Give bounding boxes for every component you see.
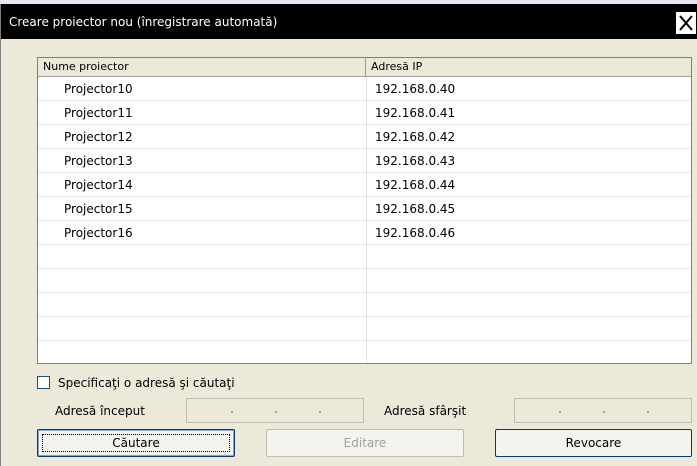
column-header-ip[interactable]: Adresă IP: [366, 58, 691, 76]
close-icon: [679, 15, 693, 31]
projector-ip-cell: 192.168.0.40: [375, 82, 456, 96]
table-row[interactable]: Projector16 192.168.0.46: [38, 221, 691, 245]
specify-address-checkbox[interactable]: [37, 376, 50, 389]
projector-name-cell: Projector15: [64, 202, 133, 216]
specify-address-label: Specificaţi o adresă şi căutaţi: [58, 376, 235, 390]
projector-ip-cell: 192.168.0.45: [375, 202, 456, 216]
table-row[interactable]: Projector10 192.168.0.40: [38, 77, 691, 101]
cancel-button[interactable]: Revocare: [495, 429, 692, 457]
table-row: [38, 269, 691, 293]
title-bar: Creare proiector nou (înregistrare autom…: [1, 4, 697, 39]
table-row: [38, 317, 691, 341]
dialog-window: Creare proiector nou (înregistrare autom…: [0, 4, 697, 466]
projector-name-cell: Projector14: [64, 178, 133, 192]
start-address-field: [186, 398, 364, 423]
table-row: [38, 245, 691, 269]
projector-list[interactable]: Nume proiector Adresă IP Projector10 192.…: [37, 57, 692, 364]
list-header: Nume proiector Adresă IP: [38, 58, 691, 77]
start-address-label: Adresă început: [55, 404, 145, 418]
edit-button-label: Editare: [343, 436, 387, 450]
table-row[interactable]: Projector13 192.168.0.43: [38, 149, 691, 173]
projector-name-cell: Projector16: [64, 226, 133, 240]
window-title: Creare proiector nou (înregistrare autom…: [9, 15, 278, 29]
projector-name-cell: Projector13: [64, 154, 133, 168]
projector-name-cell: Projector11: [64, 106, 133, 120]
table-row: [38, 293, 691, 317]
focus-ring: [42, 434, 230, 452]
table-row[interactable]: Projector12 192.168.0.42: [38, 125, 691, 149]
cancel-button-label: Revocare: [565, 436, 622, 450]
projector-ip-cell: 192.168.0.44: [375, 178, 456, 192]
edit-button[interactable]: Editare: [266, 429, 464, 457]
search-button[interactable]: Căutare: [37, 429, 235, 457]
end-address-label: Adresă sfârşit: [384, 404, 467, 418]
close-button[interactable]: [675, 11, 697, 35]
projector-ip-cell: 192.168.0.46: [375, 226, 456, 240]
table-row[interactable]: Projector14 192.168.0.44: [38, 173, 691, 197]
projector-ip-cell: 192.168.0.41: [375, 106, 456, 120]
table-row: [38, 341, 691, 363]
list-body: Projector10 192.168.0.40 Projector11 192.16…: [38, 77, 691, 363]
projector-name-cell: Projector10: [64, 82, 133, 96]
table-row[interactable]: Projector15 192.168.0.45: [38, 197, 691, 221]
column-header-name[interactable]: Nume proiector: [38, 58, 366, 76]
projector-ip-cell: 192.168.0.42: [375, 130, 456, 144]
table-row[interactable]: Projector11 192.168.0.41: [38, 101, 691, 125]
end-address-field: [514, 398, 692, 423]
projector-name-cell: Projector12: [64, 130, 133, 144]
projector-ip-cell: 192.168.0.43: [375, 154, 456, 168]
